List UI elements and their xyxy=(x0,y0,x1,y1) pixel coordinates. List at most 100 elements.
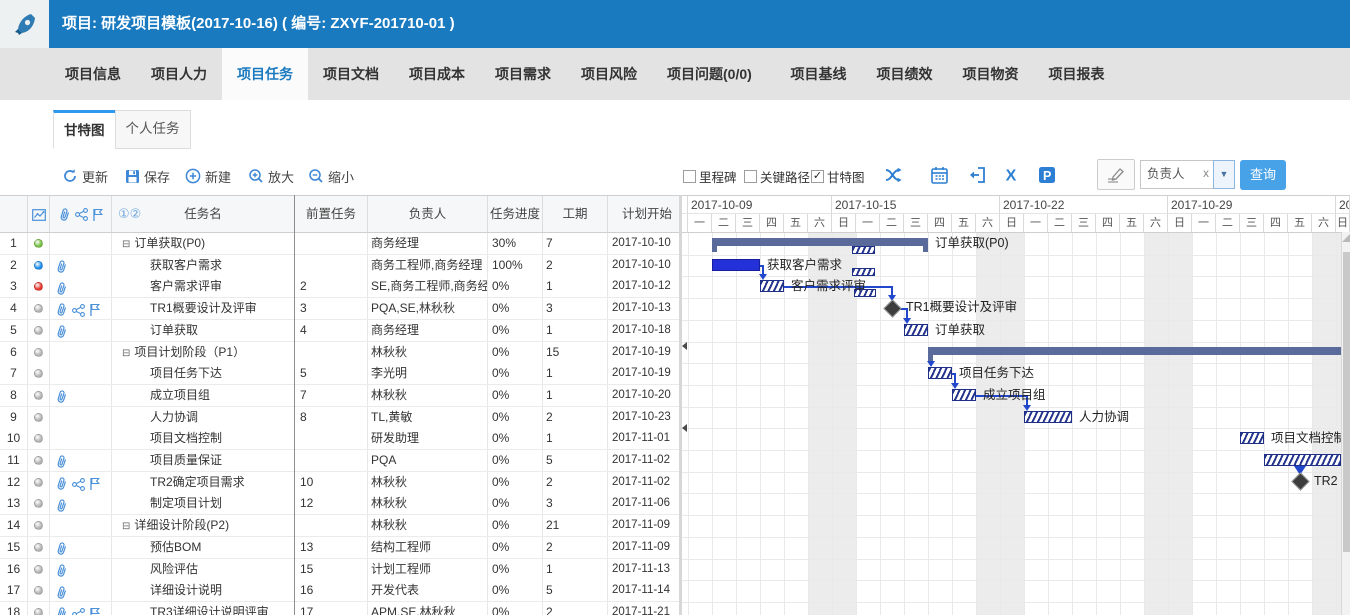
share-icon[interactable] xyxy=(72,608,85,615)
table-row[interactable]: 15预估BOM13结构工程师0%22017-11-09 xyxy=(0,537,681,559)
milestone-diamond[interactable] xyxy=(1291,472,1309,490)
checkbox-关键路径[interactable]: 关键路径 xyxy=(744,168,810,184)
task-name-cell[interactable]: TR3详细设计说明评审 xyxy=(112,602,295,615)
nav-tab-6[interactable]: 项目需求 xyxy=(480,48,566,100)
sub-tab-1[interactable]: 甘特图 xyxy=(53,110,116,149)
task-bar[interactable] xyxy=(952,389,976,401)
nav-tab-11[interactable]: 项目物资 xyxy=(948,48,1034,100)
table-row[interactable]: 9人力协调8TL,黄敏0%22017-10-23 xyxy=(0,407,681,429)
collapse-icon[interactable]: ⊟ xyxy=(122,521,130,532)
paperclip-icon[interactable] xyxy=(56,325,68,339)
nav-tab-5[interactable]: 项目成本 xyxy=(394,48,480,100)
summary-bar[interactable] xyxy=(928,347,1341,355)
share-icon[interactable] xyxy=(72,304,85,317)
splitter-collapse-icon[interactable] xyxy=(682,424,687,432)
gantt-vertical-scrollbar[interactable] xyxy=(1341,232,1350,615)
nav-tab-1[interactable]: 项目信息 xyxy=(50,48,136,100)
task-name-cell[interactable]: ⊟订单获取(P0) xyxy=(112,233,295,254)
task-name-cell[interactable]: 详细设计说明 xyxy=(112,580,295,601)
table-row[interactable]: 14⊟详细设计阶段(P2)林秋秋0%212017-11-09 xyxy=(0,515,681,537)
task-name-cell[interactable]: 人力协调 xyxy=(112,407,295,428)
paperclip-icon[interactable] xyxy=(56,390,68,404)
level-1-icon[interactable]: ①② xyxy=(118,196,141,232)
nav-tab-4[interactable]: 项目文档 xyxy=(308,48,394,100)
splitter-collapse-icon[interactable] xyxy=(682,342,687,350)
flag-icon[interactable] xyxy=(89,477,100,491)
task-bar[interactable] xyxy=(1024,411,1072,423)
nav-tab-7[interactable]: 项目风险 xyxy=(566,48,652,100)
refresh-button[interactable]: 更新 xyxy=(62,166,108,186)
checkbox-甘特图[interactable]: ✓甘特图 xyxy=(811,168,865,184)
task-name-cell[interactable]: 成立项目组 xyxy=(112,385,295,406)
checkbox-box[interactable]: ✓ xyxy=(811,170,824,183)
paperclip-icon[interactable] xyxy=(56,586,68,600)
paperclip-icon[interactable] xyxy=(56,542,68,556)
task-bar[interactable] xyxy=(1240,432,1264,444)
nav-tab-9[interactable]: 项目基线 xyxy=(776,48,862,100)
flag-icon[interactable] xyxy=(89,303,100,317)
nav-tab-8[interactable]: 项目问题(0/0) xyxy=(652,48,767,100)
paperclip-icon[interactable] xyxy=(56,282,68,296)
table-row[interactable]: 5订单获取4商务经理0%12017-10-18 xyxy=(0,320,681,342)
owner-filter-dropdown[interactable]: ▼ xyxy=(1213,160,1235,189)
table-row[interactable]: 8成立项目组7林秋秋0%12017-10-20 xyxy=(0,385,681,407)
table-row[interactable]: 1⊟订单获取(P0)商务经理30%72017-10-10 xyxy=(0,233,681,255)
table-row[interactable]: 7项目任务下达5李光明0%12017-10-19 xyxy=(0,363,681,385)
table-row[interactable]: 17详细设计说明16开发代表0%52017-11-14 xyxy=(0,580,681,602)
shuffle-icon[interactable] xyxy=(884,166,902,184)
collapse-icon[interactable]: ⊟ xyxy=(122,239,130,250)
task-name-cell[interactable]: ⊟项目计划阶段（P1） xyxy=(112,342,295,363)
checkbox-box[interactable] xyxy=(744,170,757,183)
task-name-cell[interactable]: 获取客户需求 xyxy=(112,255,295,276)
task-bar[interactable] xyxy=(928,367,952,379)
task-name-cell[interactable]: 客户需求评审 xyxy=(112,276,295,297)
nav-tab-12[interactable]: 项目报表 xyxy=(1034,48,1120,100)
summary-bar[interactable] xyxy=(712,238,928,246)
paperclip-icon[interactable] xyxy=(56,303,68,317)
nav-tab-10[interactable]: 项目绩效 xyxy=(862,48,948,100)
excel-icon[interactable]: X xyxy=(1002,166,1020,184)
task-name-cell[interactable]: 订单获取 xyxy=(112,320,295,341)
nav-tab-3[interactable]: 项目任务 xyxy=(222,48,308,100)
table-row[interactable]: 18TR3详细设计说明评审17APM,SE,林秋秋0%22017-11-21 xyxy=(0,602,681,615)
zoom-out-button[interactable]: 缩小 xyxy=(308,166,354,186)
collapse-icon[interactable]: ⊟ xyxy=(122,348,130,359)
task-bar[interactable] xyxy=(904,324,928,336)
task-name-cell[interactable]: 项目文档控制 xyxy=(112,428,295,449)
nav-tab-2[interactable]: 项目人力 xyxy=(136,48,222,100)
paperclip-icon[interactable] xyxy=(56,607,68,615)
zoom-in-button[interactable]: 放大 xyxy=(248,166,294,186)
table-row[interactable]: 6⊟项目计划阶段（P1）林秋秋0%152017-10-19 xyxy=(0,342,681,364)
paperclip-icon[interactable] xyxy=(56,499,68,513)
edit-columns-button[interactable] xyxy=(1097,159,1135,190)
table-row[interactable]: 16风险评估15计划工程师0%12017-11-13 xyxy=(0,559,681,581)
table-row[interactable]: 11项目质量保证PQA0%52017-11-02 xyxy=(0,450,681,472)
table-row[interactable]: 2获取客户需求商务工程师,商务经理100%22017-10-10 xyxy=(0,255,681,277)
task-name-cell[interactable]: 项目任务下达 xyxy=(112,363,295,384)
task-bar[interactable] xyxy=(1264,454,1341,466)
task-name-cell[interactable]: 风险评估 xyxy=(112,559,295,580)
task-bar[interactable] xyxy=(760,280,784,292)
table-row[interactable]: 10项目文档控制研发助理0%12017-11-01 xyxy=(0,428,681,450)
progress-bar[interactable] xyxy=(712,259,760,271)
paperclip-icon[interactable] xyxy=(56,455,68,469)
export-icon[interactable] xyxy=(968,166,986,184)
project-icon[interactable]: P xyxy=(1038,166,1056,184)
paperclip-icon[interactable] xyxy=(56,477,68,491)
checkbox-box[interactable] xyxy=(683,170,696,183)
milestone-diamond[interactable] xyxy=(883,299,901,317)
task-name-cell[interactable]: 预估BOM xyxy=(112,537,295,558)
calendar-icon[interactable] xyxy=(931,166,949,184)
task-name-cell[interactable]: TR2确定项目需求 xyxy=(112,472,295,493)
save-button[interactable]: 保存 xyxy=(125,166,170,186)
scrollbar-thumb[interactable] xyxy=(1343,252,1350,552)
task-name-cell[interactable]: ⊟详细设计阶段(P2) xyxy=(112,515,295,536)
search-button[interactable]: 查询 xyxy=(1240,160,1286,190)
table-row[interactable]: 12TR2确定项目需求10林秋秋0%22017-11-02 xyxy=(0,472,681,494)
checkbox-里程碑[interactable]: 里程碑 xyxy=(683,168,737,184)
task-name-cell[interactable]: 项目质量保证 xyxy=(112,450,295,471)
clear-filter-button[interactable]: x xyxy=(1198,160,1214,189)
sub-tab-2[interactable]: 个人任务 xyxy=(115,110,191,149)
new-button[interactable]: 新建 xyxy=(185,166,231,186)
table-row[interactable]: 13制定项目计划12林秋秋0%32017-11-06 xyxy=(0,493,681,515)
